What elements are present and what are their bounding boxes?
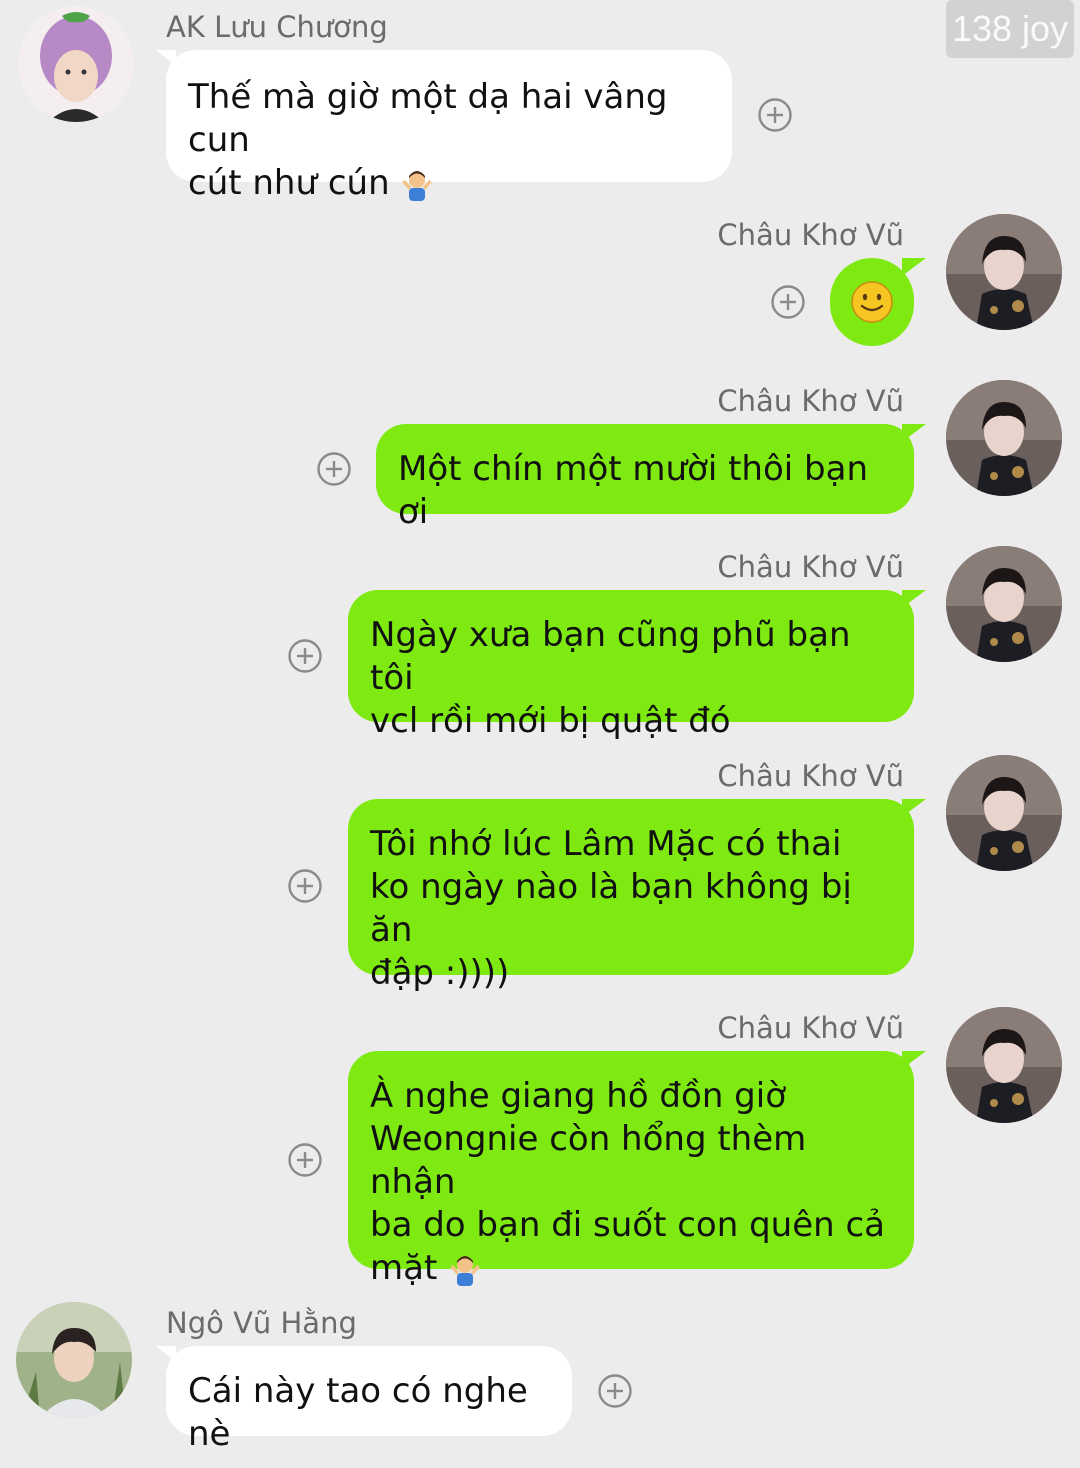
message-bubble[interactable]: Ngày xưa bạn cũng phũ bạn tôi vcl rồi mớ…: [348, 590, 926, 741]
add-reaction-icon[interactable]: [287, 1142, 323, 1178]
slightly-smiling-face-icon: [850, 280, 894, 324]
add-reaction-icon[interactable]: [287, 868, 323, 904]
add-reaction-icon[interactable]: [287, 638, 323, 674]
message-line: Tôi nhớ lúc Lâm Mặc có thai: [370, 824, 842, 864]
message-line: vcl rồi mới bị quật đó: [370, 701, 731, 741]
avatar-chau-kho-vu[interactable]: [946, 214, 1062, 330]
watermark: 138 joy: [946, 0, 1074, 58]
add-reaction-icon[interactable]: [597, 1373, 633, 1409]
message-line: ko ngày nào là bạn không bị ăn: [370, 867, 852, 950]
sender-name: Châu Khơ Vũ: [717, 759, 904, 793]
sender-name: Châu Khơ Vũ: [717, 1011, 904, 1045]
message-line: Weongnie còn hổng thèm nhận: [370, 1119, 807, 1202]
avatar-chau-kho-vu[interactable]: [946, 755, 1062, 871]
avatar-ngo-vu-hang[interactable]: [16, 1302, 132, 1418]
sender-name: Châu Khơ Vũ: [717, 218, 904, 252]
message-bubble[interactable]: Tôi nhớ lúc Lâm Mặc có thai ko ngày nào …: [348, 799, 926, 993]
add-reaction-icon[interactable]: [316, 451, 352, 487]
message-line: Ngày xưa bạn cũng phũ bạn tôi: [370, 615, 851, 698]
person-shrugging-icon: [448, 1253, 482, 1287]
message-line: À nghe giang hồ đồn giờ: [370, 1076, 787, 1116]
message-line: mặt: [370, 1248, 438, 1288]
message-line: Một chín một mười thôi bạn ơi: [398, 449, 869, 532]
message-line: cút như cún: [188, 163, 390, 203]
message-bubble[interactable]: Một chín một mười thôi bạn ơi: [376, 424, 926, 532]
add-reaction-icon[interactable]: [770, 284, 806, 320]
avatar-chau-kho-vu[interactable]: [946, 546, 1062, 662]
message-line: đập :)))): [370, 953, 510, 993]
sender-name: Châu Khơ Vũ: [717, 550, 904, 584]
add-reaction-icon[interactable]: [757, 97, 793, 133]
person-shrugging-icon: [400, 168, 434, 202]
message-bubble[interactable]: Cái này tao có nghe nè: [156, 1346, 572, 1454]
sender-name: Châu Khơ Vũ: [717, 384, 904, 418]
message-line: Thế mà giờ một dạ hai vâng cun: [188, 77, 668, 160]
sender-name: Ngô Vũ Hằng: [166, 1306, 357, 1340]
message-line: ba do bạn đi suốt con quên cả: [370, 1205, 886, 1245]
message-line: Cái này tao có nghe nè: [188, 1371, 528, 1454]
avatar-ak-luu-chuong[interactable]: [18, 6, 134, 122]
message-bubble[interactable]: [830, 258, 926, 346]
message-bubble[interactable]: À nghe giang hồ đồn giờ Weongnie còn hổn…: [348, 1051, 926, 1288]
avatar-chau-kho-vu[interactable]: [946, 1007, 1062, 1123]
sender-name: AK Lưu Chương: [166, 10, 388, 44]
message-bubble[interactable]: Thế mà giờ một dạ hai vâng cun cút như c…: [156, 50, 732, 203]
avatar-chau-kho-vu[interactable]: [946, 380, 1062, 496]
